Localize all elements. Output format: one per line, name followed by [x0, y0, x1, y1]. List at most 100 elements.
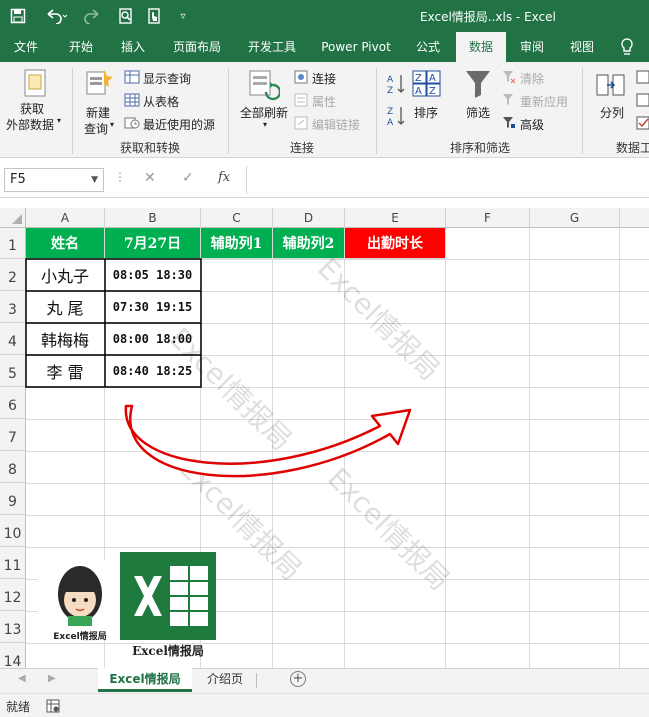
name-cell[interactable]: 丸 尾: [26, 291, 105, 323]
enter-icon[interactable]: ✓: [182, 170, 194, 186]
scroll-left-icon[interactable]: ◀: [18, 673, 26, 684]
row-header[interactable]: 13: [0, 611, 26, 643]
column-header[interactable]: C: [201, 208, 273, 228]
tab-formulas[interactable]: 公式: [404, 32, 452, 62]
data-validation-icon[interactable]: [636, 116, 649, 133]
time-cell[interactable]: 07:30 19:15: [105, 291, 201, 323]
show-queries-button[interactable]: 显示查询: [143, 70, 191, 87]
sheet-tab-active[interactable]: Excel情报局: [98, 668, 192, 692]
row-header[interactable]: 3: [0, 291, 26, 323]
dropdown-arrow-icon[interactable]: ▾: [110, 120, 114, 129]
tab-view[interactable]: 视图: [560, 32, 604, 62]
select-all-corner[interactable]: [0, 208, 26, 228]
scroll-right-icon[interactable]: ▶: [48, 673, 56, 684]
remove-duplicates-icon[interactable]: [636, 93, 649, 110]
text-to-columns-icon[interactable]: [596, 72, 626, 103]
name-cell[interactable]: 小丸子: [26, 259, 105, 291]
row-header[interactable]: 14: [0, 643, 26, 668]
chevron-down-icon[interactable]: ▼: [91, 169, 98, 191]
row-header[interactable]: 12: [0, 579, 26, 611]
print-preview-icon[interactable]: [116, 6, 136, 26]
connections-icon[interactable]: [294, 70, 308, 87]
column-header[interactable]: [620, 208, 649, 228]
new-query-label-2[interactable]: 查询: [84, 120, 108, 137]
sort-ascending-icon[interactable]: AZ: [386, 72, 406, 99]
sort-dialog-icon[interactable]: ZAAZ: [412, 70, 442, 101]
get-external-data-label[interactable]: 获取: [20, 100, 44, 117]
row-header[interactable]: 9: [0, 483, 26, 515]
tab-data[interactable]: 数据: [456, 32, 506, 62]
column-header[interactable]: D: [273, 208, 345, 228]
touch-mode-icon[interactable]: [144, 6, 164, 26]
advanced-filter-icon[interactable]: [502, 116, 516, 133]
text-to-columns-button[interactable]: 分列: [600, 104, 624, 121]
row-header[interactable]: 7: [0, 419, 26, 451]
tab-review[interactable]: 审阅: [510, 32, 554, 62]
tab-developer[interactable]: 开发工具: [238, 32, 306, 62]
flash-fill-icon[interactable]: [636, 70, 649, 87]
reapply-button[interactable]: 重新应用: [520, 93, 568, 110]
add-sheet-icon[interactable]: +: [290, 671, 306, 687]
clear-button[interactable]: 清除: [520, 70, 544, 87]
curved-arrow-icon[interactable]: [110, 388, 430, 498]
row-header[interactable]: 4: [0, 323, 26, 355]
filter-icon[interactable]: [464, 68, 492, 103]
show-queries-icon[interactable]: [124, 70, 140, 87]
redo-icon[interactable]: [80, 6, 108, 26]
advanced-button[interactable]: 高级: [520, 116, 544, 133]
column-header[interactable]: E: [345, 208, 446, 228]
recent-sources-button[interactable]: 最近使用的源: [143, 116, 215, 133]
refresh-all-icon[interactable]: [246, 68, 282, 105]
name-cell[interactable]: 李 雷: [26, 355, 105, 387]
lightbulb-icon[interactable]: [612, 32, 642, 62]
formula-input[interactable]: [246, 166, 649, 194]
column-header[interactable]: A: [26, 208, 105, 228]
undo-icon[interactable]: [42, 6, 70, 26]
properties-button[interactable]: 属性: [312, 93, 336, 110]
connections-button[interactable]: 连接: [312, 70, 336, 87]
name-box[interactable]: F5 ▼: [4, 168, 104, 192]
tab-page-layout[interactable]: 页面布局: [162, 32, 232, 62]
sheet-tab[interactable]: 介绍页: [196, 668, 254, 692]
from-table-button[interactable]: 从表格: [143, 93, 179, 110]
column-header[interactable]: F: [446, 208, 530, 228]
header-cell-date[interactable]: 7月27日: [105, 228, 201, 259]
name-cell[interactable]: 韩梅梅: [26, 323, 105, 355]
new-query-icon[interactable]: [84, 68, 114, 101]
tab-file[interactable]: 文件: [4, 32, 48, 62]
tab-home[interactable]: 开始: [56, 32, 106, 62]
customize-dropdown-icon[interactable]: ▿: [176, 6, 190, 26]
row-header[interactable]: 2: [0, 259, 26, 291]
recent-sources-icon[interactable]: [124, 116, 140, 133]
dropdown-arrow-icon[interactable]: ▾: [57, 116, 61, 125]
row-header[interactable]: 8: [0, 451, 26, 483]
header-cell-duration[interactable]: 出勤时长: [345, 228, 446, 259]
column-header[interactable]: B: [105, 208, 201, 228]
tab-insert[interactable]: 插入: [110, 32, 156, 62]
edit-links-button[interactable]: 编辑链接: [312, 116, 360, 133]
cancel-icon[interactable]: ✕: [144, 170, 156, 186]
tab-power-pivot[interactable]: Power Pivot: [312, 32, 400, 62]
dropdown-arrow-icon[interactable]: ▾: [263, 120, 267, 129]
header-cell-name[interactable]: 姓名: [26, 228, 105, 259]
sort-button[interactable]: 排序: [414, 104, 438, 121]
sort-descending-icon[interactable]: ZA: [386, 104, 406, 131]
save-icon[interactable]: [8, 6, 28, 26]
time-cell[interactable]: 08:05 18:30: [105, 259, 201, 291]
row-header[interactable]: 10: [0, 515, 26, 547]
table-icon[interactable]: [124, 93, 140, 110]
row-header[interactable]: 6: [0, 387, 26, 419]
row-header[interactable]: 11: [0, 547, 26, 579]
get-external-data-label-2[interactable]: 外部数据: [6, 116, 54, 133]
header-cell-helper1[interactable]: 辅助列1: [201, 228, 273, 259]
insert-function-icon[interactable]: fx: [218, 170, 230, 185]
drag-handle-icon[interactable]: ⋮: [114, 170, 126, 184]
row-header[interactable]: 5: [0, 355, 26, 387]
refresh-all-button[interactable]: 全部刷新: [240, 104, 288, 121]
filter-button[interactable]: 筛选: [466, 104, 490, 121]
macro-record-icon[interactable]: [46, 699, 60, 716]
column-header[interactable]: G: [530, 208, 620, 228]
get-external-data-icon[interactable]: [20, 68, 50, 101]
new-query-label[interactable]: 新建: [86, 104, 110, 121]
worksheet-grid[interactable]: A B C D E F G 1 2 3 4 5 6 7 8 9 10 11 12…: [0, 198, 649, 668]
